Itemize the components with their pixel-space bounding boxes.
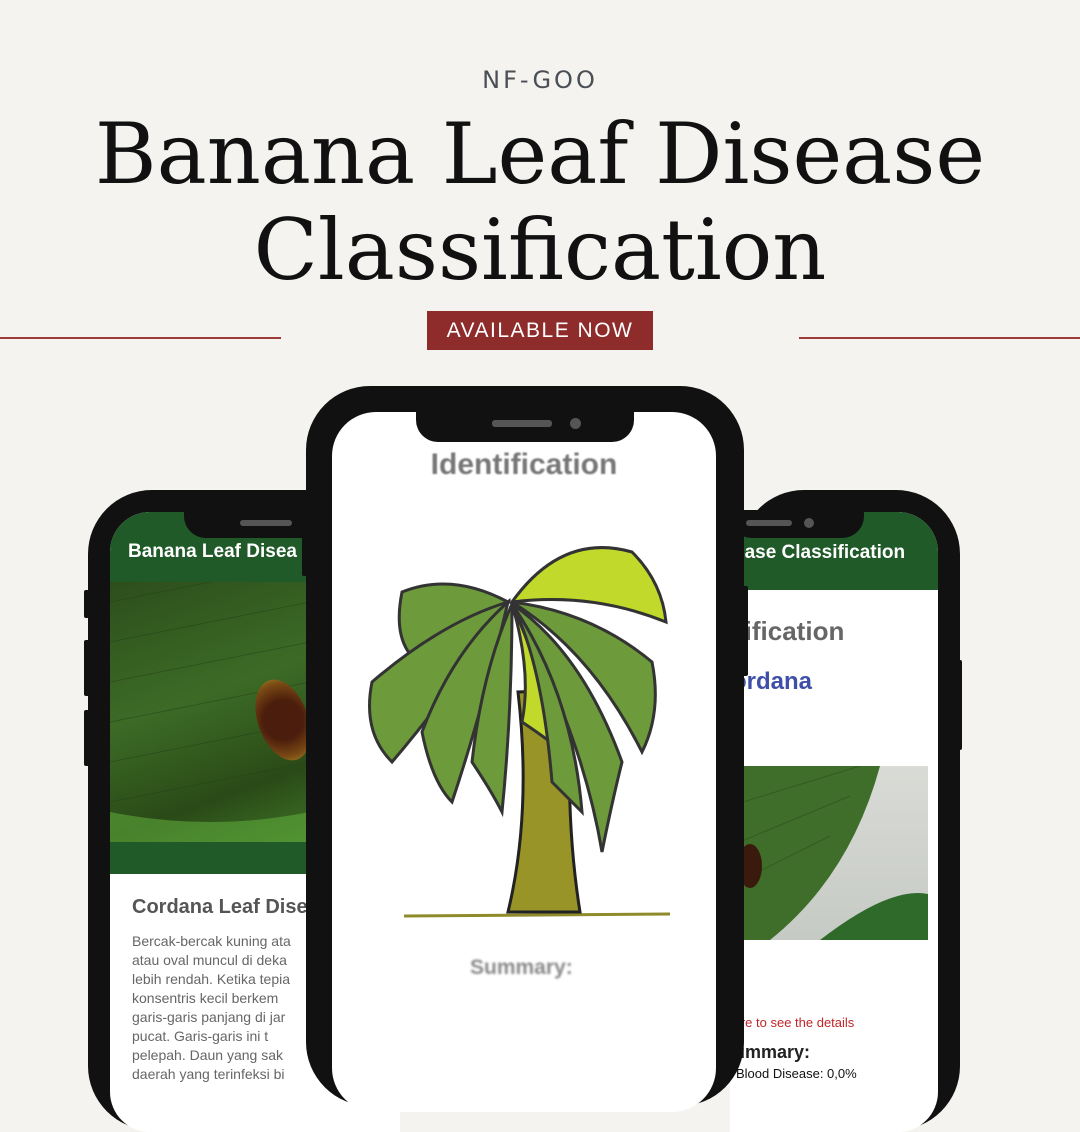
side-button bbox=[84, 710, 90, 766]
headline-line-2: Classification bbox=[253, 201, 827, 299]
right-screen: ease Classification tification ordana tu… bbox=[730, 512, 938, 1132]
phone-notch bbox=[730, 510, 864, 538]
leaf-photo bbox=[730, 766, 928, 940]
divider-left bbox=[0, 337, 281, 339]
camera-icon bbox=[570, 418, 581, 429]
app-title: Banana Leaf Disea bbox=[128, 541, 297, 562]
brand-label: NF-GOO bbox=[482, 66, 598, 94]
center-screen: Identification Summary: bbox=[332, 412, 716, 1112]
speaker-grille bbox=[240, 520, 292, 526]
side-button bbox=[84, 640, 90, 696]
summary-line: Blood Disease: 0,0% bbox=[736, 1066, 857, 1081]
disease-title: Cordana Leaf Dise bbox=[132, 896, 308, 918]
app-title: ease Classification bbox=[734, 542, 906, 563]
side-button bbox=[742, 586, 748, 676]
side-button bbox=[302, 506, 308, 576]
speaker-grille bbox=[492, 420, 552, 427]
headline-line-1: Banana Leaf Disease bbox=[94, 105, 986, 203]
leaf-shape bbox=[730, 766, 928, 940]
banana-tree-icon bbox=[368, 546, 671, 918]
summary-heading: ummary: bbox=[734, 1042, 811, 1062]
summary-heading: Summary: bbox=[470, 956, 573, 979]
available-badge: AVAILABLE NOW bbox=[427, 311, 653, 350]
identification-heading: Identification bbox=[430, 448, 618, 481]
headline: Banana Leaf Disease Classification bbox=[0, 106, 1080, 298]
identification-heading: tification bbox=[736, 616, 845, 646]
divider-right bbox=[799, 337, 1080, 339]
tap-hint: ture to see the details bbox=[730, 1015, 855, 1030]
speaker-grille bbox=[746, 520, 792, 526]
side-button bbox=[956, 660, 962, 750]
center-phone: Identification Summary: bbox=[302, 386, 748, 1112]
camera-icon bbox=[804, 518, 814, 528]
phone-notch bbox=[416, 410, 634, 442]
right-phone: ease Classification tification ordana tu… bbox=[730, 490, 962, 1132]
side-button bbox=[84, 590, 90, 618]
